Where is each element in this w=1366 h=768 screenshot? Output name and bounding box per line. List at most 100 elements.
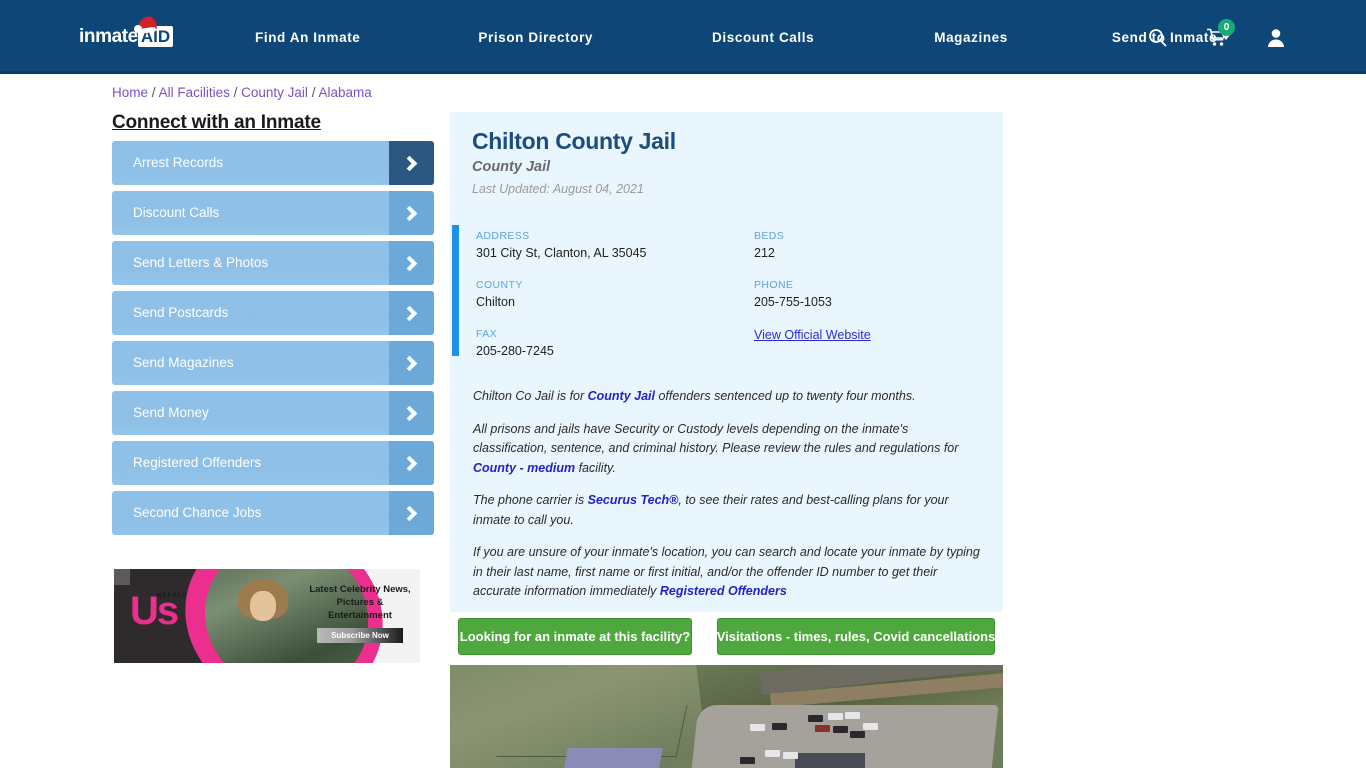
field-value: Chilton bbox=[476, 295, 515, 309]
photo-vehicle bbox=[833, 726, 848, 733]
photo-vehicle bbox=[863, 723, 878, 730]
visitations-button[interactable]: Visitations - times, rules, Covid cancel… bbox=[717, 618, 995, 655]
nav-item-discount-calls[interactable]: Discount Calls bbox=[712, 30, 814, 45]
photo-vehicle bbox=[845, 712, 860, 719]
field-value: 205-755-1053 bbox=[754, 295, 832, 309]
shopping-cart-icon[interactable]: 0 bbox=[1207, 18, 1235, 47]
field-label: FAX bbox=[476, 328, 498, 340]
photo-vehicle bbox=[815, 725, 830, 732]
photo-vehicle bbox=[850, 731, 865, 738]
field-county: COUNTY Chilton bbox=[476, 279, 646, 309]
chevron-right-icon bbox=[389, 241, 434, 285]
main-navigation: Find An Inmate Prison Directory Discount… bbox=[255, 0, 1231, 74]
official-website-link[interactable]: View Official Website bbox=[754, 328, 871, 342]
facility-aerial-photo bbox=[450, 665, 1003, 768]
ad-corner-mark bbox=[114, 569, 130, 585]
header-icon-group: 0 bbox=[1148, 0, 1366, 74]
field-value: 205-280-7245 bbox=[476, 344, 554, 358]
nav-item-find-an-inmate[interactable]: Find An Inmate bbox=[255, 30, 360, 45]
desc-text: Chilton Co Jail is for bbox=[473, 389, 588, 403]
last-updated-text: Last Updated: August 04, 2021 bbox=[472, 182, 644, 196]
sidebar-item-send-letters-photos[interactable]: Send Letters & Photos bbox=[112, 241, 434, 285]
chevron-right-icon bbox=[389, 191, 434, 235]
field-phone: PHONE 205-755-1053 bbox=[754, 279, 871, 309]
description-paragraph-1: Chilton Co Jail is for County Jail offen… bbox=[473, 387, 985, 407]
field-label: ADDRESS bbox=[476, 230, 530, 242]
link-registered-offenders[interactable]: Registered Offenders bbox=[660, 584, 787, 598]
link-securus-tech[interactable]: Securus Tech® bbox=[588, 493, 679, 507]
field-label: COUNTY bbox=[476, 279, 523, 291]
field-label: BEDS bbox=[754, 230, 785, 242]
description-paragraph-4: If you are unsure of your inmate's locat… bbox=[473, 543, 985, 602]
sidebar-item-label: Second Chance Jobs bbox=[133, 505, 262, 520]
link-county-jail[interactable]: County Jail bbox=[588, 389, 655, 403]
ad-model-face bbox=[250, 591, 276, 621]
field-address: ADDRESS 301 City St, Clanton, AL 35045 bbox=[476, 230, 646, 260]
facility-info-panel: Chilton County Jail County Jail Last Upd… bbox=[450, 112, 1003, 612]
sidebar-item-label: Send Magazines bbox=[133, 355, 234, 370]
sidebar-item-label: Send Postcards bbox=[133, 305, 229, 320]
field-label: PHONE bbox=[754, 279, 794, 291]
nav-item-magazines[interactable]: Magazines bbox=[934, 30, 1008, 45]
chevron-right-icon bbox=[389, 291, 434, 335]
looking-for-inmate-button[interactable]: Looking for an inmate at this facility? bbox=[458, 618, 692, 655]
link-county-medium[interactable]: County - medium bbox=[473, 461, 575, 475]
sidebar-item-label: Send Letters & Photos bbox=[133, 255, 269, 270]
photo-vehicle bbox=[750, 724, 765, 731]
desc-text: All prisons and jails have Security or C… bbox=[473, 421, 959, 456]
photo-vehicle bbox=[828, 713, 843, 720]
photo-vehicle bbox=[808, 715, 823, 722]
field-value: 212 bbox=[754, 246, 775, 260]
breadcrumb-separator: / bbox=[311, 85, 316, 100]
ad-subscribe-button[interactable]: Subscribe Now bbox=[317, 628, 403, 643]
breadcrumb-item-alabama[interactable]: Alabama bbox=[318, 85, 371, 100]
field-fax: FAX 205-280-7245 bbox=[476, 328, 646, 358]
photo-vehicle bbox=[740, 757, 755, 764]
nav-item-prison-directory[interactable]: Prison Directory bbox=[478, 30, 593, 45]
facility-description: Chilton Co Jail is for County Jail offen… bbox=[473, 387, 985, 615]
breadcrumb-item-home[interactable]: Home bbox=[112, 85, 148, 100]
ad-headline: Latest Celebrity News, Pictures & Entert… bbox=[309, 584, 411, 621]
chevron-right-icon bbox=[389, 441, 434, 485]
sidebar-heading: Connect with an Inmate bbox=[112, 112, 321, 133]
site-logo[interactable]: inmate AID bbox=[79, 15, 184, 52]
breadcrumb-item-all-facilities[interactable]: All Facilities bbox=[159, 85, 230, 100]
field-value: 301 City St, Clanton, AL 35045 bbox=[476, 246, 647, 260]
chevron-right-icon bbox=[389, 391, 434, 435]
cta-button-row: Looking for an inmate at this facility? … bbox=[450, 618, 1003, 655]
sidebar-item-send-magazines[interactable]: Send Magazines bbox=[112, 341, 434, 385]
description-paragraph-3: The phone carrier is Securus Tech®, to s… bbox=[473, 491, 985, 530]
field-official-website: View Official Website bbox=[754, 328, 871, 342]
sidebar-item-second-chance-jobs[interactable]: Second Chance Jobs bbox=[112, 491, 434, 535]
breadcrumb: Home / All Facilities / County Jail / Al… bbox=[112, 85, 372, 100]
cart-count-badge: 0 bbox=[1218, 18, 1235, 36]
photo-vehicle bbox=[765, 750, 780, 757]
accent-bar bbox=[452, 225, 459, 356]
sidebar-item-label: Discount Calls bbox=[133, 205, 220, 220]
site-header: inmate AID Find An Inmate Prison Director… bbox=[0, 0, 1366, 74]
user-account-icon[interactable] bbox=[1267, 28, 1285, 47]
page-title: Chilton County Jail bbox=[472, 128, 676, 154]
sidebar-item-label: Send Money bbox=[133, 405, 209, 420]
photo-building-dark bbox=[795, 753, 865, 768]
sidebar-item-label: Registered Offenders bbox=[133, 455, 262, 470]
search-icon[interactable] bbox=[1148, 28, 1167, 47]
photo-vehicle bbox=[772, 723, 787, 730]
sidebar-item-send-money[interactable]: Send Money bbox=[112, 391, 434, 435]
facility-type: County Jail bbox=[472, 159, 551, 175]
chevron-right-icon bbox=[389, 491, 434, 535]
santa-hat-icon bbox=[134, 15, 160, 37]
description-paragraph-2: All prisons and jails have Security or C… bbox=[473, 420, 985, 479]
sidebar-item-discount-calls[interactable]: Discount Calls bbox=[112, 191, 434, 235]
breadcrumb-item-county-jail[interactable]: County Jail bbox=[241, 85, 308, 100]
ad-brand-sub: WEEKLY bbox=[156, 593, 188, 599]
sidebar-link-list: Arrest Records Discount Calls Send Lette… bbox=[112, 141, 434, 541]
photo-vehicle bbox=[783, 752, 798, 759]
photo-building-roof bbox=[562, 748, 663, 768]
sidebar-item-send-postcards[interactable]: Send Postcards bbox=[112, 291, 434, 335]
desc-text: facility. bbox=[575, 460, 616, 475]
sidebar-item-registered-offenders[interactable]: Registered Offenders bbox=[112, 441, 434, 485]
advertisement-banner[interactable]: Us WEEKLY Latest Celebrity News, Picture… bbox=[114, 569, 420, 663]
chevron-right-icon bbox=[389, 341, 434, 385]
sidebar-item-arrest-records[interactable]: Arrest Records bbox=[112, 141, 434, 185]
